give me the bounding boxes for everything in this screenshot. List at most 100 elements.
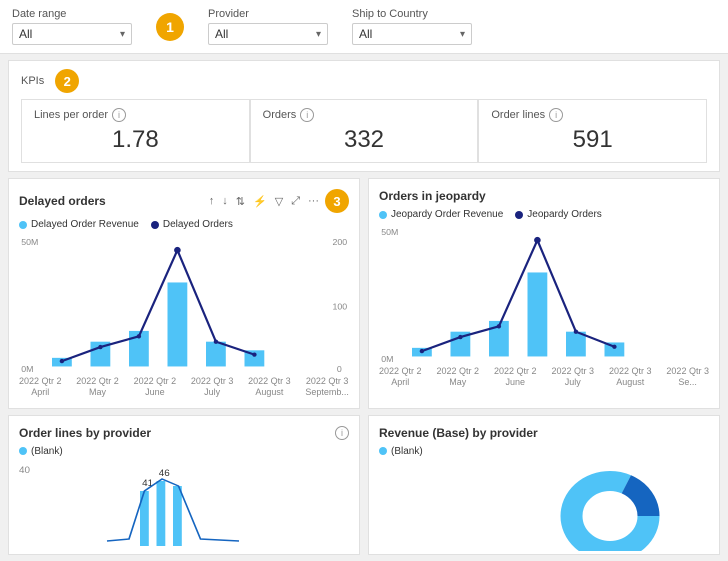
kpi-lines-info-icon[interactable]: i — [112, 108, 126, 122]
kpi-lines-per-order-value: 1.78 — [34, 126, 237, 154]
legend-delayed-orders-dot — [151, 221, 159, 229]
filter-icon[interactable]: ▽ — [273, 194, 285, 209]
kpi-card-orders: Orders i 332 — [250, 99, 479, 163]
legend-delayed-orders: Delayed Orders — [151, 219, 233, 230]
jeopardy-svg: 50M 0M — [379, 224, 709, 364]
kpi-order-lines-title: Order lines — [491, 109, 545, 121]
sort-desc-icon[interactable]: ↓ — [220, 194, 230, 208]
legend-revenue-blank: (Blank) — [379, 446, 423, 457]
delayed-orders-controls: ↑ ↓ ⇅ ⚡ ▽ ⤢ ··· 3 — [207, 189, 349, 213]
revenue-by-provider-chart: Revenue (Base) by provider (Blank) — [368, 415, 720, 555]
svg-text:100: 100 — [333, 301, 348, 311]
legend-jeopardy-revenue: Jeopardy Order Revenue — [379, 209, 503, 220]
jeopardy-header: Orders in jeopardy — [379, 189, 709, 203]
provider-filter: Provider All ▾ — [208, 8, 328, 45]
svg-text:40: 40 — [19, 465, 30, 475]
legend-revenue-blank-dot — [379, 447, 387, 455]
date-range-label: Date range — [12, 8, 132, 20]
legend-delayed-revenue: Delayed Order Revenue — [19, 219, 139, 230]
delayed-orders-title: Delayed orders — [19, 194, 106, 208]
kpi-section-label: KPIs 2 — [21, 69, 707, 93]
x-label-may: 2022 Qtr 2 May — [76, 376, 119, 398]
j-x-label-sep: 2022 Qtr 3 Se... — [666, 366, 709, 388]
svg-text:0M: 0M — [381, 354, 393, 364]
svg-text:50M: 50M — [21, 237, 38, 247]
jeopardy-chart-area: 50M 0M — [379, 224, 709, 364]
provider-select[interactable]: All ▾ — [208, 23, 328, 45]
legend-jeopardy-revenue-dot — [379, 211, 387, 219]
kpi-cards-container: Lines per order i 1.78 Orders i 332 Orde… — [21, 99, 707, 163]
svg-text:46: 46 — [159, 468, 170, 478]
sort-asc-icon[interactable]: ↑ — [207, 194, 217, 208]
order-lines-chart-area: 40 41 46 — [19, 461, 349, 541]
legend-jeopardy-orders: Jeopardy Orders — [515, 209, 601, 220]
jeopardy-x-labels: 2022 Qtr 2 April 2022 Qtr 2 May 2022 Qtr… — [379, 366, 709, 388]
order-lines-info-icon[interactable]: i — [335, 426, 349, 440]
expand-icon[interactable]: ⤢ — [289, 194, 302, 209]
x-label-april: 2022 Qtr 2 April — [19, 376, 62, 398]
x-label-august: 2022 Qtr 3 August — [248, 376, 291, 398]
provider-chevron: ▾ — [316, 29, 321, 40]
ship-to-country-select[interactable]: All ▾ — [352, 23, 472, 45]
revenue-legend: (Blank) — [379, 446, 709, 457]
kpi-order-lines-value: 591 — [491, 126, 694, 154]
legend-jeopardy-orders-label: Jeopardy Orders — [527, 209, 601, 220]
svg-text:50M: 50M — [381, 227, 398, 237]
more-icon[interactable]: ··· — [306, 194, 321, 208]
x-label-july: 2022 Qtr 3 July — [191, 376, 234, 398]
kpi-section: KPIs 2 Lines per order i 1.78 Orders i 3… — [8, 60, 720, 172]
svg-text:41: 41 — [142, 478, 153, 488]
legend-delayed-revenue-label: Delayed Order Revenue — [31, 219, 139, 230]
date-range-select[interactable]: All ▾ — [12, 23, 132, 45]
delayed-orders-legend: Delayed Order Revenue Delayed Orders — [19, 219, 349, 230]
sort-double-icon[interactable]: ⇅ — [234, 194, 247, 209]
revenue-chart-area — [379, 461, 709, 541]
date-range-chevron: ▾ — [120, 29, 125, 40]
branch-icon[interactable]: ⚡ — [251, 194, 269, 209]
step-badge-2: 2 — [55, 69, 79, 93]
kpi-orders-info-icon[interactable]: i — [300, 108, 314, 122]
orders-in-jeopardy-chart: Orders in jeopardy Jeopardy Order Revenu… — [368, 178, 720, 409]
legend-jeopardy-revenue-label: Jeopardy Order Revenue — [391, 209, 503, 220]
charts-row-2: Order lines by provider i (Blank) 40 41 … — [8, 415, 720, 555]
delayed-orders-svg: 50M 0M 200 100 0 — [19, 234, 349, 374]
kpi-orders-value: 332 — [263, 126, 466, 154]
ship-to-country-filter: Ship to Country All ▾ — [352, 8, 472, 45]
revenue-by-provider-title: Revenue (Base) by provider — [379, 426, 538, 440]
revenue-header: Revenue (Base) by provider — [379, 426, 709, 440]
svg-text:0M: 0M — [21, 364, 33, 374]
order-lines-legend: (Blank) — [19, 446, 349, 457]
legend-revenue-blank-label: (Blank) — [391, 446, 423, 457]
ship-to-country-value: All — [359, 27, 372, 41]
order-lines-header: Order lines by provider i — [19, 426, 349, 440]
filter-bar: Date range All ▾ 1 Provider All ▾ Ship t… — [0, 0, 728, 54]
step-badge-3: 3 — [325, 189, 349, 213]
order-lines-by-provider-chart: Order lines by provider i (Blank) 40 41 … — [8, 415, 360, 555]
j-x-label-july: 2022 Qtr 3 July — [551, 366, 594, 388]
legend-delayed-revenue-dot — [19, 221, 27, 229]
kpi-card-lines-per-order: Lines per order i 1.78 — [21, 99, 250, 163]
date-range-filter: Date range All ▾ — [12, 8, 132, 45]
revenue-svg — [379, 461, 709, 551]
provider-label: Provider — [208, 8, 328, 20]
legend-order-lines-blank: (Blank) — [19, 446, 63, 457]
j-x-label-may: 2022 Qtr 2 May — [436, 366, 479, 388]
legend-jeopardy-orders-dot — [515, 211, 523, 219]
jeopardy-legend: Jeopardy Order Revenue Jeopardy Orders — [379, 209, 709, 220]
kpi-card-order-lines: Order lines i 591 — [478, 99, 707, 163]
ship-to-country-label: Ship to Country — [352, 8, 472, 20]
x-label-september: 2022 Qtr 3 Septemb... — [305, 376, 349, 398]
order-lines-provider-title: Order lines by provider — [19, 426, 151, 440]
legend-order-lines-blank-label: (Blank) — [31, 446, 63, 457]
kpi-order-lines-info-icon[interactable]: i — [549, 108, 563, 122]
charts-row-1: Delayed orders ↑ ↓ ⇅ ⚡ ▽ ⤢ ··· 3 Delayed… — [8, 178, 720, 409]
kpi-lines-per-order-title: Lines per order — [34, 109, 108, 121]
j-x-label-august: 2022 Qtr 3 August — [609, 366, 652, 388]
delayed-orders-header: Delayed orders ↑ ↓ ⇅ ⚡ ▽ ⤢ ··· 3 — [19, 189, 349, 213]
delayed-orders-chart-area: 50M 0M 200 100 0 — [19, 234, 349, 374]
ship-to-country-chevron: ▾ — [460, 29, 465, 40]
step-badge-1: 1 — [156, 13, 184, 41]
legend-order-lines-blank-dot — [19, 447, 27, 455]
order-lines-svg: 40 41 46 — [19, 461, 349, 551]
svg-text:200: 200 — [333, 237, 348, 247]
